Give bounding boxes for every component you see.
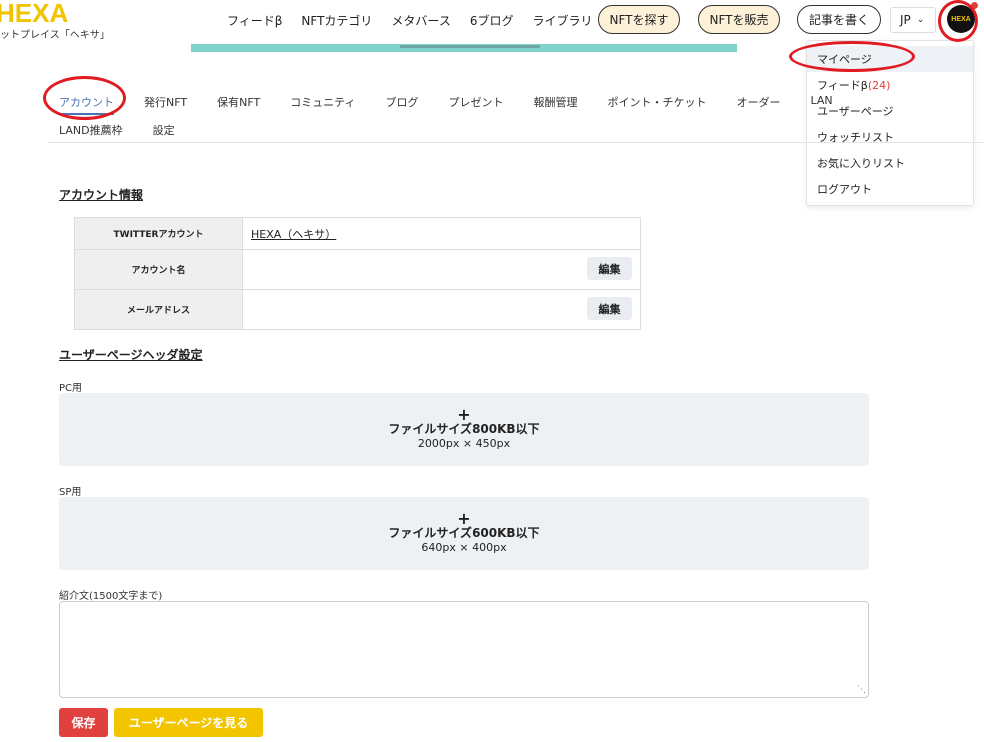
tab-issued-nft[interactable]: 発行NFT [144,94,187,115]
edit-account-name-button[interactable]: 編集 [587,257,632,280]
tab-account[interactable]: アカウント [59,94,114,115]
account-name-label: アカウント名 [74,249,243,290]
twitter-account-link[interactable]: HEXA（ヘキサ） [251,228,336,241]
tab-owned-nft[interactable]: 保有NFT [217,94,260,115]
write-article-button[interactable]: 記事を書く [797,5,881,34]
account-info-title: アカウント情報 [59,188,144,202]
tab-present[interactable]: プレゼント [449,94,504,115]
save-button[interactable]: 保存 [59,708,108,737]
sp-file-size: ファイルサイズ600KB以下 [388,526,540,540]
tab-points-tickets[interactable]: ポイント・チケット [608,94,707,115]
plus-icon: + [457,405,471,424]
feed-count-badge: (24) [867,78,891,92]
nav-metaverse[interactable]: メタバース [391,12,450,29]
menu-item-mypage-label: マイページ [817,53,872,66]
resize-grip-icon[interactable]: ⋱ [857,685,866,695]
sp-header-upload[interactable]: + ファイルサイズ600KB以下 640px × 400px [59,497,869,570]
tab-bar-row2: LAND推薦枠 設定 [59,122,175,138]
tab-orders[interactable]: オーダー [737,94,781,115]
nav-blog[interactable]: 6ブログ [470,12,514,29]
tab-community[interactable]: コミュニティ [290,94,355,115]
menu-item-logout-label: ログアウト [817,183,872,196]
account-info-table: TWITTERアカウント HEXA（ヘキサ） アカウント名 編集 メールアドレス… [74,217,641,330]
menu-item-favorites-label: お気に入りリスト [817,157,905,170]
table-row: メールアドレス 編集 [74,289,641,330]
pc-label: PC用 [59,383,83,394]
menu-item-logout[interactable]: ログアウト [807,176,973,202]
sell-nft-button[interactable]: NFTを販売 [698,5,780,34]
tab-blog[interactable]: ブログ [386,94,419,115]
logo[interactable]: HEXA [0,0,68,29]
logo-subtitle: ットプレイス「ヘキサ」 [0,30,110,41]
nav-feed[interactable]: フィードβ [227,12,282,29]
user-dropdown-menu: マイページ フィードβ (24) ユーザーページ ウォッチリスト お気に入りリスト… [806,40,974,206]
email-cell: 編集 [242,289,641,330]
tab-divider [48,142,984,143]
tab-rewards[interactable]: 報酬管理 [534,94,578,115]
sp-dimensions: 640px × 400px [421,541,507,554]
tab-settings[interactable]: 設定 [153,122,175,138]
header-settings-title: ユーザーページヘッダ設定 [59,348,203,362]
tab-land[interactable]: LAN [811,94,833,115]
find-nft-button[interactable]: NFTを探す [598,5,680,34]
bio-label: 紹介文(1500文字まで) [59,591,163,602]
notification-dot [971,2,978,9]
menu-item-mypage[interactable]: マイページ [807,46,973,72]
twitter-cell: HEXA（ヘキサ） [242,217,641,250]
language-value: JP [900,13,911,27]
view-user-page-button[interactable]: ユーザーページを見る [114,708,263,737]
table-row: アカウント名 編集 [74,249,641,290]
menu-item-favorites[interactable]: お気に入りリスト [807,150,973,176]
avatar-label: HEXA [951,15,971,23]
twitter-label: TWITTERアカウント [74,217,243,250]
plus-icon: + [457,509,471,528]
menu-item-feed-label: フィードβ [817,79,868,92]
pc-file-size: ファイルサイズ800KB以下 [388,422,540,436]
nav-nft-category[interactable]: NFTカテゴリ [301,12,372,29]
avatar[interactable]: HEXA [947,5,975,33]
nav-library[interactable]: ライブラリ [532,12,592,29]
email-label: メールアドレス [74,289,243,330]
menu-item-watchlist[interactable]: ウォッチリスト [807,124,973,150]
bio-textarea[interactable]: ⋱ [59,601,869,698]
table-row: TWITTERアカウント HEXA（ヘキサ） [74,217,641,250]
main-nav: フィードβ NFTカテゴリ メタバース 6ブログ ライブラリ [227,12,611,29]
banner-text-line [400,45,540,48]
pc-header-upload[interactable]: + ファイルサイズ800KB以下 2000px × 450px [59,393,869,466]
language-select[interactable]: JP ⌄ [890,7,936,33]
chevron-down-icon: ⌄ [916,15,925,25]
sp-label: SP用 [59,487,82,498]
pc-dimensions: 2000px × 450px [417,437,511,450]
tab-bar: アカウント 発行NFT 保有NFT コミュニティ ブログ プレゼント 報酬管理 … [59,94,833,115]
tab-land-recommend[interactable]: LAND推薦枠 [59,122,123,138]
account-name-cell: 編集 [242,249,641,290]
edit-email-button[interactable]: 編集 [587,297,632,320]
